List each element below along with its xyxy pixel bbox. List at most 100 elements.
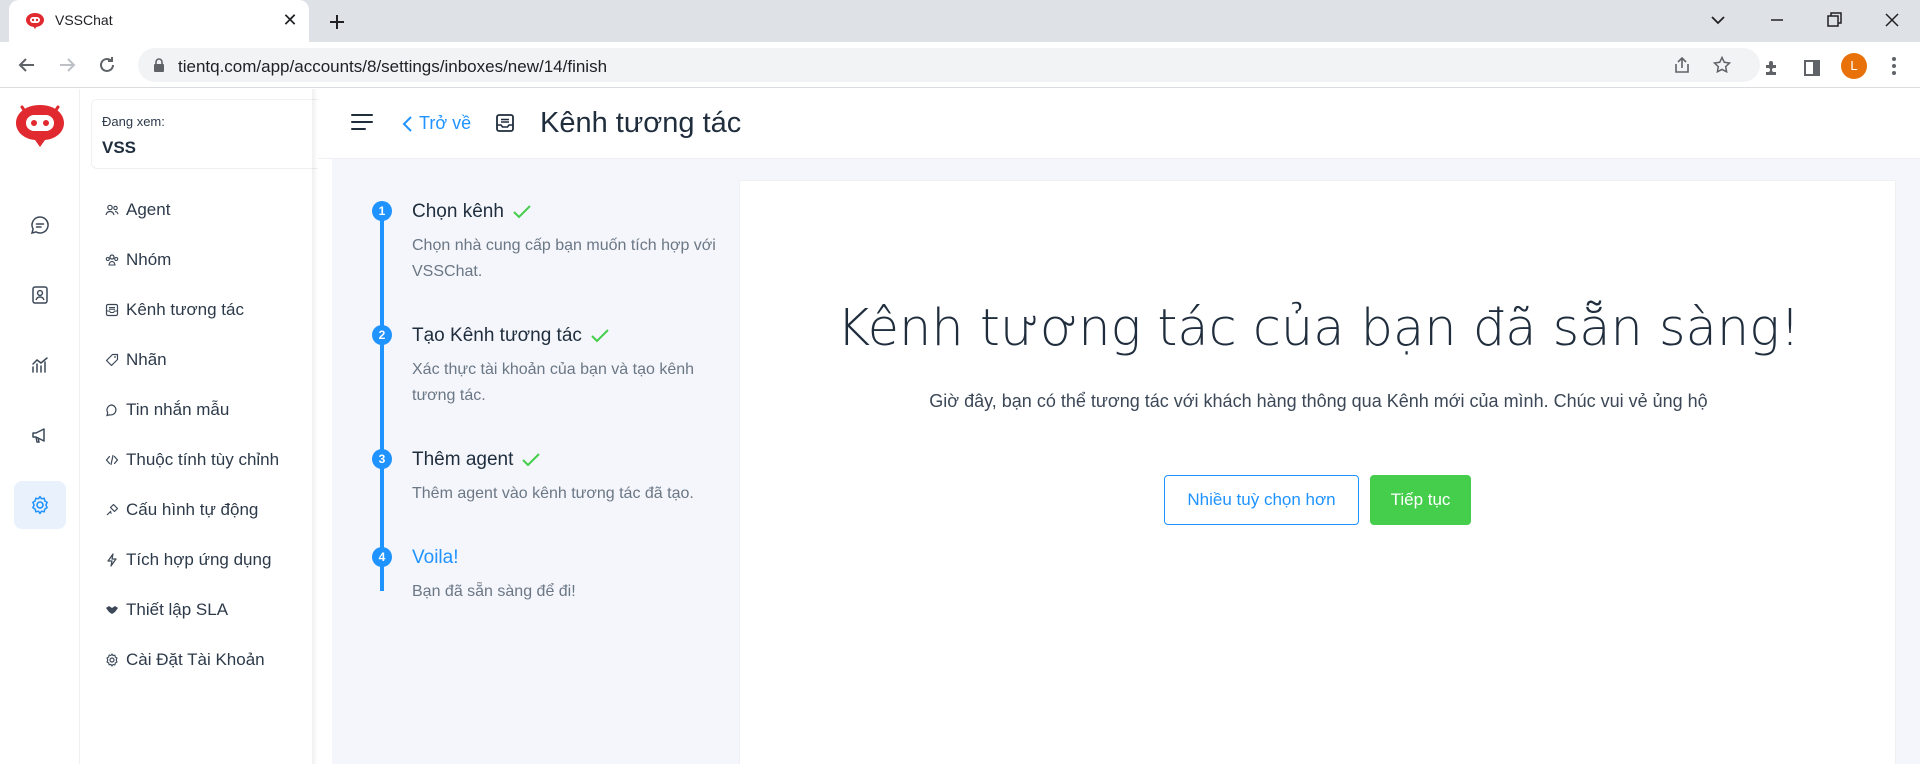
sidebar-item-labels[interactable]: Nhãn bbox=[105, 345, 167, 375]
browser-tab[interactable]: VSSChat ✕ bbox=[9, 0, 309, 42]
step-description: Bạn đã sẵn sàng để đi! bbox=[412, 583, 576, 600]
inbox-header-icon bbox=[496, 114, 514, 132]
omnibox[interactable]: tientq.com/app/accounts/8/settings/inbox… bbox=[138, 48, 1760, 82]
step-title-text: Chọn kênh bbox=[412, 201, 504, 222]
sidebar-item-label: Tin nhắn mẫu bbox=[126, 400, 230, 419]
sidebar-item-label: Nhãn bbox=[126, 350, 167, 369]
tab-search-chevron-icon[interactable] bbox=[1706, 8, 1730, 32]
sidebar-item-automation[interactable]: Cấu hình tự động bbox=[105, 495, 258, 525]
back-label: Trở về bbox=[419, 113, 472, 133]
bookmark-star-icon[interactable] bbox=[1712, 55, 1732, 75]
step-number: 1 bbox=[372, 201, 392, 221]
step-number: 4 bbox=[372, 547, 392, 567]
sidebar-item-label: Agent bbox=[126, 200, 171, 219]
sidebar-item-teams[interactable]: Nhóm bbox=[105, 245, 171, 275]
vsschat-logo-icon[interactable] bbox=[12, 101, 68, 149]
sidebar-item-label: Thiết lập SLA bbox=[126, 600, 229, 619]
step-number: 3 bbox=[372, 449, 392, 469]
share-icon[interactable] bbox=[1672, 55, 1692, 75]
sidebar-item-agents[interactable]: Agent bbox=[105, 195, 170, 225]
rail-settings[interactable] bbox=[14, 481, 66, 529]
check-icon bbox=[591, 329, 609, 343]
chat-bubble-icon bbox=[30, 216, 49, 235]
rail-conversations[interactable] bbox=[14, 201, 66, 249]
step-title-text: Thêm agent bbox=[412, 449, 514, 470]
sidebar-item-label: Cài Đặt Tài Khoản bbox=[126, 650, 265, 669]
campaign-megaphone-icon bbox=[32, 428, 45, 443]
automation-icon bbox=[106, 503, 119, 516]
steps-connector-line bbox=[380, 211, 384, 591]
back-button[interactable]: Trở về bbox=[401, 113, 471, 134]
sidebar-item-label: Tích hợp ứng dụng bbox=[126, 550, 272, 569]
code-icon bbox=[105, 454, 119, 466]
step-title-text: Voila! bbox=[412, 547, 459, 568]
sidebar-item-inboxes[interactable]: Kênh tương tác bbox=[105, 295, 244, 325]
step-description: Thêm agent vào kênh tương tác đã tạo. bbox=[412, 485, 694, 502]
minimize-icon[interactable] bbox=[1765, 8, 1789, 32]
page-header: Trở về Kênh tương tác bbox=[318, 89, 1920, 159]
profile-avatar[interactable]: L bbox=[1841, 53, 1867, 79]
account-switcher[interactable]: Đang xem: VSS bbox=[91, 99, 318, 169]
finish-title: Kênh tương tác của bạn đã sẵn sàng! bbox=[836, 299, 1801, 358]
people-icon bbox=[105, 204, 119, 216]
step-description: Chọn nhà cung cấp bạn muốn tích hợp với … bbox=[412, 237, 716, 280]
url-text[interactable]: tientq.com/app/accounts/8/settings/inbox… bbox=[178, 57, 607, 77]
forward-arrow-icon[interactable] bbox=[54, 52, 80, 78]
gear-icon bbox=[106, 653, 118, 667]
finish-card: Kênh tương tác của bạn đã sẵn sàng! Giờ … bbox=[739, 180, 1896, 764]
team-icon bbox=[105, 254, 119, 266]
tab-close-icon[interactable]: ✕ bbox=[280, 10, 300, 30]
settings-gear-icon bbox=[32, 495, 48, 515]
browser-menu-kebab-icon[interactable] bbox=[1884, 54, 1904, 78]
sidebar-item-sla[interactable]: Thiết lập SLA bbox=[105, 595, 228, 625]
page-title: Kênh tương tác bbox=[540, 107, 742, 139]
hamburger-menu-icon[interactable] bbox=[351, 113, 373, 131]
sidebar-item-label: Cấu hình tự động bbox=[126, 500, 259, 519]
sidebar-item-integrations[interactable]: Tích hợp ứng dụng bbox=[105, 545, 271, 575]
rail-campaigns[interactable] bbox=[14, 411, 66, 459]
extensions-puzzle-icon[interactable] bbox=[1762, 58, 1782, 78]
settings-sidebar: Đang xem: VSS Agent Nhóm Kênh tương tác … bbox=[81, 89, 318, 764]
flash-icon bbox=[107, 553, 117, 567]
sidebar-item-label: Thuộc tính tùy chỉnh bbox=[126, 450, 280, 469]
tag-icon bbox=[105, 353, 119, 367]
step-number: 2 bbox=[372, 325, 392, 345]
inbox-icon bbox=[105, 303, 119, 317]
new-tab-plus-icon[interactable] bbox=[325, 10, 349, 34]
sidebar-item-label: Kênh tương tác bbox=[126, 300, 244, 319]
lock-icon[interactable] bbox=[152, 57, 166, 73]
main-content: Trở về Kênh tương tác 1 Chọn kênh Chọn n… bbox=[318, 89, 1920, 764]
rail-contacts[interactable] bbox=[14, 271, 66, 319]
wizard-steps: 1 Chọn kênh Chọn nhà cung cấp bạn muốn t… bbox=[368, 201, 716, 621]
more-options-button[interactable]: Nhiều tuỳ chọn hơn bbox=[1164, 475, 1359, 525]
chevron-left-icon bbox=[402, 115, 412, 132]
reload-icon[interactable] bbox=[94, 52, 120, 78]
chat-template-icon bbox=[106, 404, 117, 417]
back-arrow-icon[interactable] bbox=[14, 52, 40, 78]
check-icon bbox=[513, 205, 531, 219]
browser-toolbar: tientq.com/app/accounts/8/settings/inbox… bbox=[0, 42, 1920, 88]
continue-button[interactable]: Tiếp tục bbox=[1370, 475, 1471, 525]
contacts-icon bbox=[32, 286, 48, 304]
window-close-icon[interactable] bbox=[1880, 8, 1904, 32]
sidebar-item-label: Nhóm bbox=[126, 250, 172, 269]
side-panel-icon[interactable] bbox=[1802, 58, 1822, 78]
app-root: Đang xem: VSS Agent Nhóm Kênh tương tác … bbox=[0, 89, 1920, 764]
reports-icon bbox=[32, 357, 48, 373]
account-name: VSS bbox=[102, 138, 137, 157]
sidebar-item-account-settings[interactable]: Cài Đặt Tài Khoản bbox=[105, 645, 265, 675]
primary-rail bbox=[0, 89, 80, 764]
handshake-icon bbox=[106, 606, 118, 614]
sidebar-item-canned-responses[interactable]: Tin nhắn mẫu bbox=[105, 395, 229, 425]
browser-tab-bar: VSSChat ✕ bbox=[0, 0, 1920, 42]
sidebar-item-custom-attributes[interactable]: Thuộc tính tùy chỉnh bbox=[105, 445, 279, 475]
finish-subtitle: Giờ đây, bạn có thể tương tác với khách … bbox=[929, 391, 1708, 411]
vsschat-favicon-icon bbox=[26, 13, 44, 29]
step-title-text: Tạo Kênh tương tác bbox=[412, 325, 582, 346]
step-title: Chọn kênh bbox=[412, 201, 532, 223]
restore-icon[interactable] bbox=[1822, 8, 1846, 32]
step-title: Thêm agent bbox=[412, 449, 541, 471]
step-title: Voila! bbox=[412, 547, 458, 569]
step-description: Xác thực tài khoản của bạn và tạo kênh t… bbox=[412, 361, 695, 404]
rail-reports[interactable] bbox=[14, 341, 66, 389]
